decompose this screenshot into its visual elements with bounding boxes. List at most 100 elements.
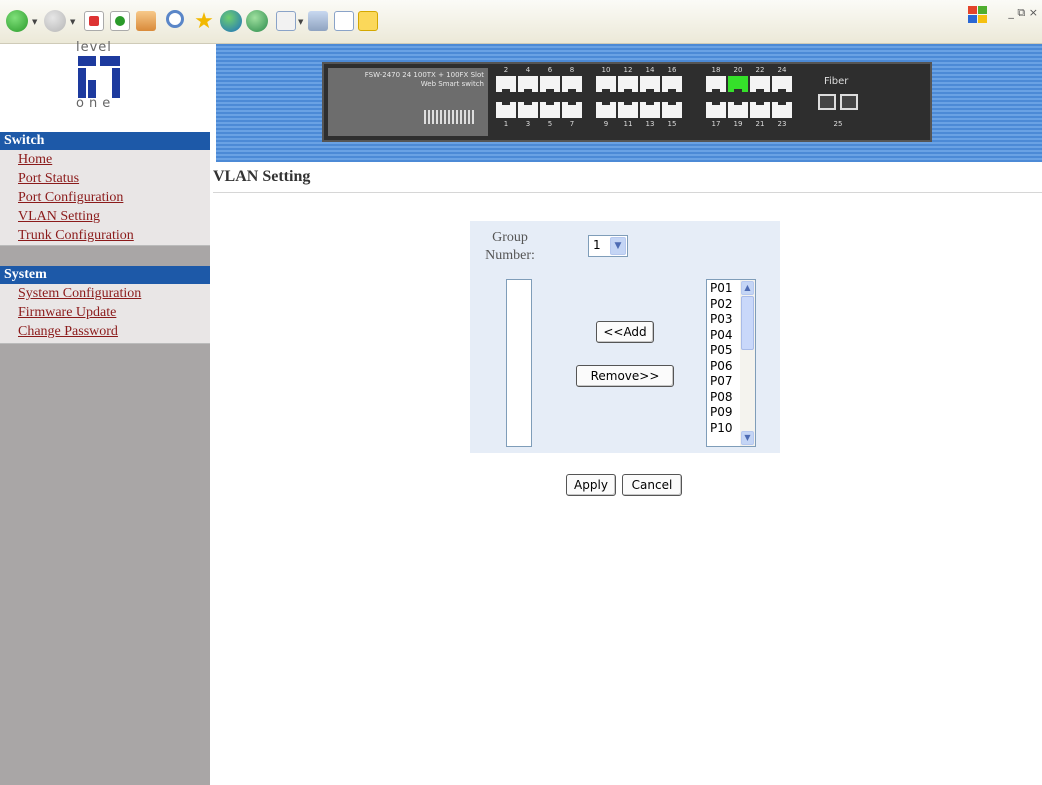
window-controls[interactable]: _ ⧉ × — [1008, 6, 1038, 20]
switch-port-21[interactable] — [750, 101, 770, 118]
scroll-down-icon[interactable]: ▼ — [741, 431, 754, 445]
favorites-icon[interactable]: ★ — [194, 10, 214, 32]
switch-model-line1: FSW-2470 24 100TX + 100FX Slot — [364, 71, 484, 79]
notes-icon[interactable] — [358, 11, 378, 31]
switch-port-17[interactable] — [706, 101, 726, 118]
switch-port-15[interactable] — [662, 101, 682, 118]
port-number-label: 9 — [603, 120, 609, 128]
fiber-port-a[interactable] — [818, 94, 836, 110]
group-number-select[interactable]: 1 ▼ — [588, 235, 628, 257]
port-number-label: 3 — [525, 120, 531, 128]
windows-logo-icon — [968, 6, 988, 24]
port-number-label: 5 — [547, 120, 553, 128]
logo-text-top: level — [76, 40, 112, 55]
port-number-label: 10 — [601, 66, 611, 74]
print-icon[interactable] — [308, 11, 328, 31]
section-system-header: System — [0, 266, 210, 284]
port-number-label: 14 — [645, 66, 655, 74]
port-number-label: 18 — [711, 66, 721, 74]
scroll-thumb[interactable] — [741, 296, 754, 350]
port-option[interactable]: P01 — [710, 281, 733, 297]
switch-port-24[interactable] — [772, 76, 792, 93]
port-option[interactable]: P02 — [710, 297, 733, 313]
switch-port-22[interactable] — [750, 76, 770, 93]
scroll-up-icon[interactable]: ▲ — [741, 281, 754, 295]
port-number-label: 13 — [645, 120, 655, 128]
history-icon[interactable] — [246, 10, 268, 32]
sidebar-item-trunk-configuration[interactable]: Trunk Configuration — [0, 226, 210, 245]
port-number-label: 15 — [667, 120, 677, 128]
switch-port-19[interactable] — [728, 101, 748, 118]
port-option[interactable]: P06 — [710, 359, 733, 375]
media-icon[interactable] — [220, 10, 242, 32]
page-title: VLAN Setting — [213, 168, 311, 185]
switch-port-3[interactable] — [518, 101, 538, 118]
switch-port-9[interactable] — [596, 101, 616, 118]
port-option[interactable]: P10 — [710, 421, 733, 437]
sidebar-item-port-status[interactable]: Port Status — [0, 169, 210, 188]
switch-port-14[interactable] — [640, 76, 660, 93]
switch-port-6[interactable] — [540, 76, 560, 93]
switch-port-20[interactable] — [728, 76, 748, 93]
sidebar-item-home[interactable]: Home — [0, 150, 210, 169]
refresh-icon[interactable] — [110, 11, 130, 31]
home-icon[interactable] — [136, 11, 156, 31]
remove-button[interactable]: Remove>> — [576, 365, 674, 387]
forward-dropdown-icon[interactable]: ▼ — [70, 18, 75, 26]
switch-port-7[interactable] — [562, 101, 582, 118]
search-icon[interactable] — [166, 10, 184, 28]
add-button[interactable]: <<Add — [596, 321, 654, 343]
stop-icon[interactable] — [84, 11, 104, 31]
port-list-items: P01 P02 P03 P04 P05 P06 P07 P08 P09 P10 — [710, 281, 733, 436]
sidebar-item-port-configuration[interactable]: Port Configuration — [0, 188, 210, 207]
sidebar-item-system-configuration[interactable]: System Configuration — [0, 284, 210, 303]
back-icon[interactable] — [6, 10, 28, 32]
port-number-label: 4 — [525, 66, 531, 74]
switch-port-12[interactable] — [618, 76, 638, 93]
mail-dropdown-icon[interactable]: ▼ — [298, 18, 303, 26]
sidebar-item-change-password[interactable]: Change Password — [0, 322, 210, 341]
port-option[interactable]: P08 — [710, 390, 733, 406]
switch-port-8[interactable] — [562, 76, 582, 93]
port-number-label: 16 — [667, 66, 677, 74]
port-number-label: 1 — [503, 120, 509, 128]
switch-menu: Home Port Status Port Configuration VLAN… — [0, 150, 210, 246]
switch-port-5[interactable] — [540, 101, 560, 118]
logo-text-bottom: one — [76, 96, 116, 111]
available-ports-list[interactable]: P01 P02 P03 P04 P05 P06 P07 P08 P09 P10 ▲ ▼ — [706, 279, 756, 447]
apply-button[interactable]: Apply — [566, 474, 616, 496]
port-option[interactable]: P09 — [710, 405, 733, 421]
back-dropdown-icon[interactable]: ▼ — [32, 18, 37, 26]
switch-port-10[interactable] — [596, 76, 616, 93]
port-option[interactable]: P05 — [710, 343, 733, 359]
logo-mark-icon — [78, 56, 122, 100]
switch-port-2[interactable] — [496, 76, 516, 93]
port-option[interactable]: P03 — [710, 312, 733, 328]
port-option[interactable]: P04 — [710, 328, 733, 344]
switch-port-16[interactable] — [662, 76, 682, 93]
switch-port-1[interactable] — [496, 101, 516, 118]
switch-port-11[interactable] — [618, 101, 638, 118]
switch-model-label: FSW-2470 24 100TX + 100FX Slot Web Smart… — [332, 71, 484, 89]
section-switch-header: Switch — [0, 132, 210, 150]
sidebar-item-firmware-update[interactable]: Firmware Update — [0, 303, 210, 322]
switch-port-18[interactable] — [706, 76, 726, 93]
port-number-label: 2 — [503, 66, 509, 74]
vlan-member-list[interactable] — [506, 279, 532, 447]
switch-port-4[interactable] — [518, 76, 538, 93]
port-number-label: 7 — [569, 120, 575, 128]
forward-icon[interactable] — [44, 10, 66, 32]
fiber-port-b[interactable] — [840, 94, 858, 110]
port-list-scrollbar[interactable]: ▲ ▼ — [740, 280, 755, 446]
sidebar-item-vlan-setting[interactable]: VLAN Setting — [0, 207, 210, 226]
port-option[interactable]: P07 — [710, 374, 733, 390]
cancel-button[interactable]: Cancel — [622, 474, 682, 496]
title-divider — [213, 192, 1042, 193]
switch-port-23[interactable] — [772, 101, 792, 118]
port-number-label: 12 — [623, 66, 633, 74]
mail-icon[interactable] — [276, 11, 296, 31]
port-number-label: 23 — [777, 120, 787, 128]
edit-icon[interactable] — [334, 11, 354, 31]
switch-port-13[interactable] — [640, 101, 660, 118]
chevron-down-icon[interactable]: ▼ — [610, 237, 626, 255]
